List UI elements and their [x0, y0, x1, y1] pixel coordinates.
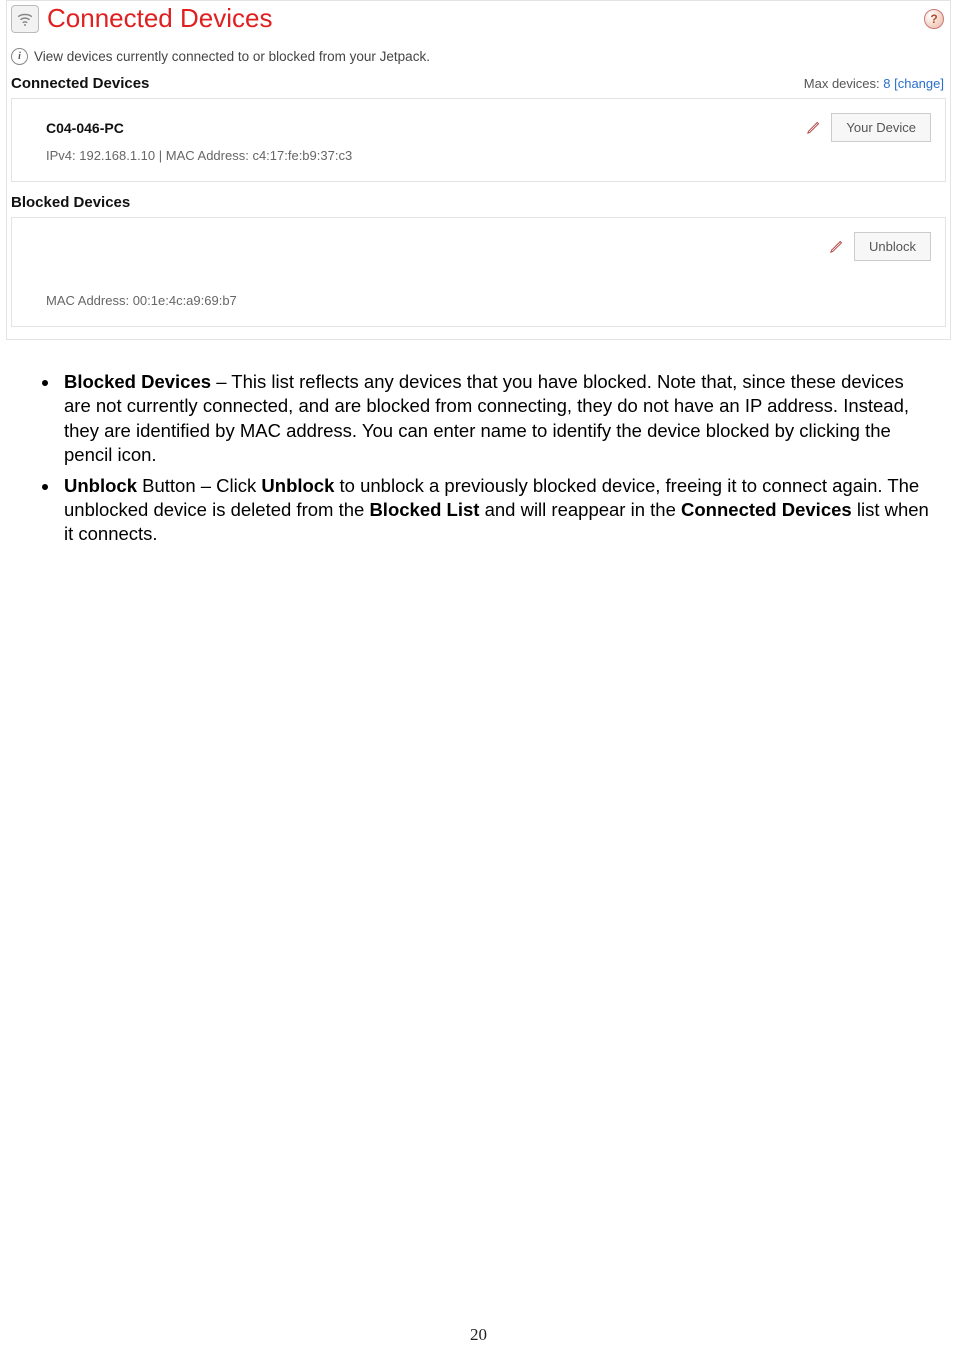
device-details: IPv4: 192.168.1.10 | MAC Address: c4:17:…	[46, 148, 931, 163]
blocked-section-title: Blocked Devices	[11, 194, 130, 211]
max-devices-value: 8	[883, 76, 890, 91]
your-device-button[interactable]: Your Device	[831, 113, 931, 142]
unblock-button[interactable]: Unblock	[854, 232, 931, 261]
connected-section-title: Connected Devices	[11, 75, 149, 92]
blocked-section-header: Blocked Devices	[7, 194, 950, 217]
connected-section-header: Connected Devices Max devices: 8 [change…	[7, 75, 950, 98]
pencil-icon[interactable]	[829, 239, 844, 254]
bullet-unblock-button: Unblock Button – Click Unblock to unbloc…	[60, 474, 933, 547]
change-link[interactable]: [change]	[891, 76, 945, 91]
bullet-blocked-devices: Blocked Devices – This list reflects any…	[60, 370, 933, 468]
max-devices-label: Max devices:	[804, 76, 883, 91]
pencil-icon[interactable]	[806, 120, 821, 135]
info-icon: i	[11, 48, 28, 65]
panel-header: Connected Devices ?	[7, 1, 950, 44]
info-row: i View devices currently connected to or…	[7, 44, 950, 75]
info-text: View devices currently connected to or b…	[34, 49, 430, 64]
doc-body: Blocked Devices – This list reflects any…	[6, 340, 951, 547]
page-title: Connected Devices	[47, 3, 272, 34]
device-name: C04-046-PC	[46, 120, 124, 136]
blocked-device-details: MAC Address: 00:1e:4c:a9:69:b7	[46, 293, 931, 308]
page-number: 20	[0, 1325, 957, 1345]
max-devices: Max devices: 8 [change]	[804, 76, 944, 91]
blocked-device-card: Unblock MAC Address: 00:1e:4c:a9:69:b7	[11, 217, 946, 327]
wifi-icon	[11, 5, 39, 33]
connected-device-card: C04-046-PC Your Device IPv4: 192.168.1.1…	[11, 98, 946, 182]
help-icon[interactable]: ?	[924, 9, 944, 29]
